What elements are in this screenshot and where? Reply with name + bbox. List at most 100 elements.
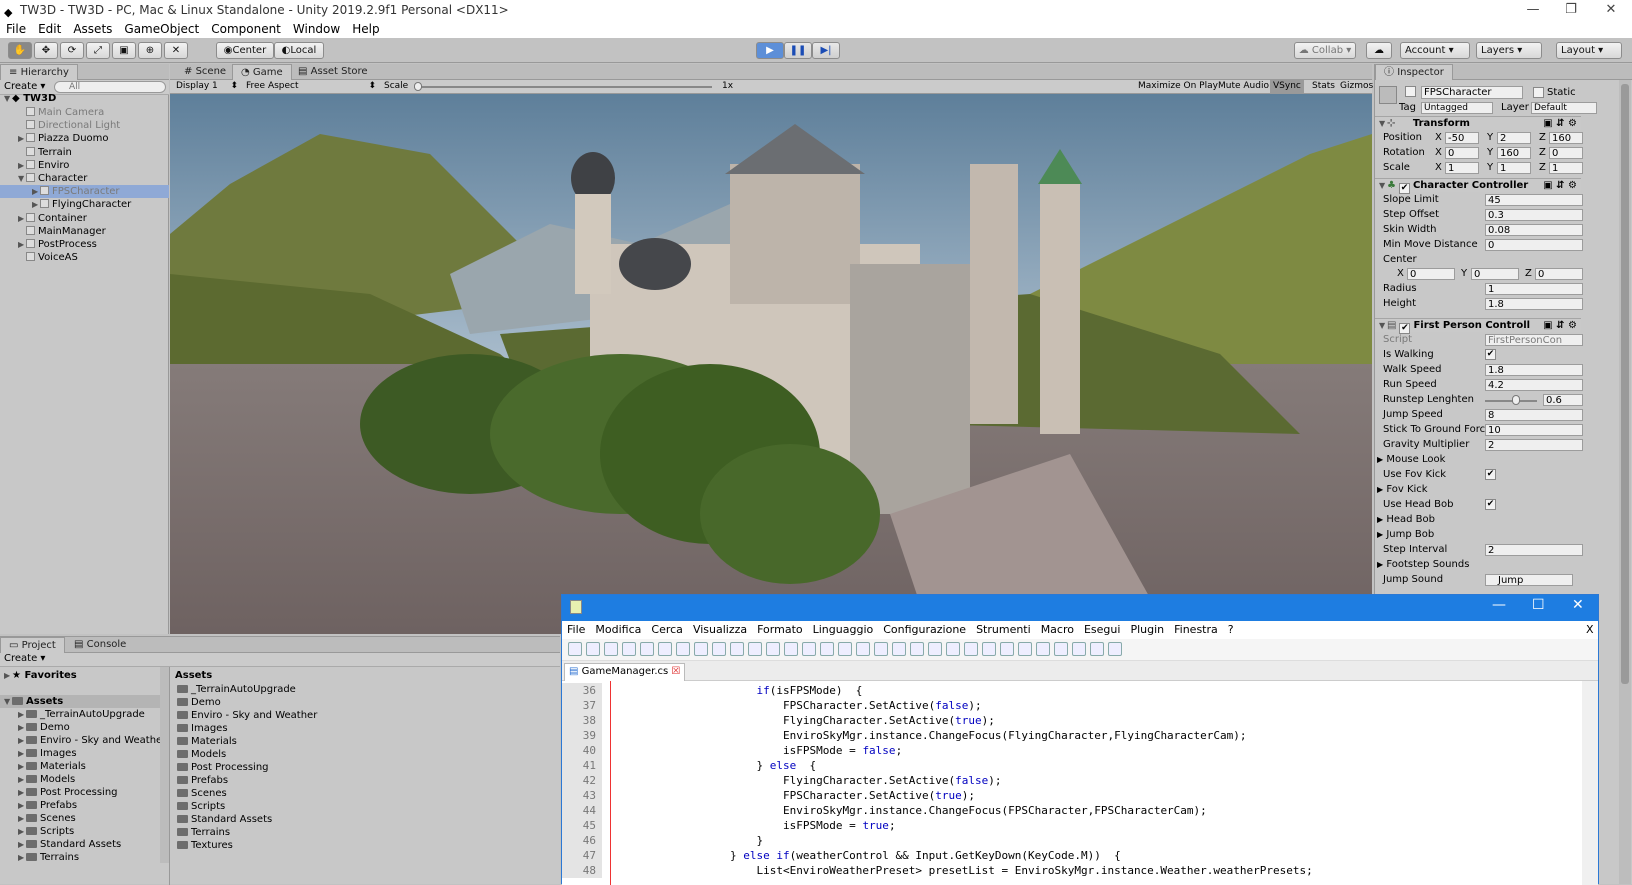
project-tree-item[interactable]: ▶ Images xyxy=(0,747,77,760)
hierarchy-item[interactable]: ▶ Enviro xyxy=(0,159,169,172)
skin-width-input[interactable]: 0.08 xyxy=(1485,224,1583,236)
rotation-x-input[interactable]: 0 xyxy=(1445,147,1479,159)
asset-folder-item[interactable]: Scenes xyxy=(177,787,227,800)
object-name-input[interactable]: FPSCharacter xyxy=(1421,86,1523,99)
sync-h-icon[interactable] xyxy=(874,642,888,656)
game-viewport[interactable] xyxy=(170,94,1372,634)
npp-menu-item[interactable]: Esegui xyxy=(1079,623,1125,636)
head-bob-foldout[interactable]: ▶ Head Bob xyxy=(1377,513,1435,526)
hierarchy-item[interactable]: ▶ PostProcess xyxy=(0,238,169,251)
npp-menu-item[interactable]: Plugin xyxy=(1125,623,1169,636)
cut-icon[interactable] xyxy=(694,642,708,656)
project-create-button[interactable]: Create ▾ xyxy=(4,653,45,664)
rotation-z-input[interactable]: 0 xyxy=(1549,147,1583,159)
step-button[interactable]: ▶| xyxy=(812,42,840,59)
asset-folder-item[interactable]: Enviro - Sky and Weather xyxy=(177,709,317,722)
hierarchy-item[interactable]: ▶ Piazza Duomo xyxy=(0,132,169,145)
use-head-bob-checkbox[interactable]: ✔ xyxy=(1485,499,1496,510)
zoom-out-icon[interactable] xyxy=(838,642,852,656)
use-fov-kick-checkbox[interactable]: ✔ xyxy=(1485,469,1496,480)
tab-inspector[interactable]: ⓘ Inspector xyxy=(1375,64,1453,80)
position-z-input[interactable]: 160 xyxy=(1549,132,1583,144)
menu-gameobject[interactable]: GameObject xyxy=(118,22,205,36)
close-button[interactable]: ✕ xyxy=(1588,0,1632,20)
slope-limit-input[interactable]: 45 xyxy=(1485,194,1583,206)
scale-slider-thumb[interactable] xyxy=(414,82,422,91)
new-file-icon[interactable] xyxy=(568,642,582,656)
display-dropdown[interactable]: Display 1 ⬍ xyxy=(176,80,238,93)
asset-folder-item[interactable]: Terrains xyxy=(177,826,230,839)
zoom-in-icon[interactable] xyxy=(820,642,834,656)
vsync-toggle[interactable]: VSync xyxy=(1270,80,1304,93)
close-document-button[interactable]: X xyxy=(1586,621,1594,639)
tab-asset-store[interactable]: ▤ Asset Store xyxy=(290,64,376,80)
hierarchy-item[interactable]: VoiceAS xyxy=(0,251,169,264)
center-x-input[interactable]: 0 xyxy=(1407,268,1455,280)
asset-folder-item[interactable]: Textures xyxy=(177,839,233,852)
hierarchy-item[interactable]: Directional Light xyxy=(0,119,169,132)
active-checkbox[interactable] xyxy=(1405,86,1416,97)
step-offset-input[interactable]: 0.3 xyxy=(1485,209,1583,221)
tag-dropdown[interactable]: Untagged xyxy=(1421,102,1493,114)
code-scrollbar[interactable] xyxy=(1582,681,1598,885)
project-tree-item[interactable]: ▶ Scripts xyxy=(0,825,74,838)
component-menu-icon[interactable]: ▣ ⇵ ⚙ xyxy=(1543,179,1577,192)
asset-folder-item[interactable]: Demo xyxy=(177,696,221,709)
hierarchy-item[interactable]: ▼ Character xyxy=(0,172,169,185)
rotation-y-input[interactable]: 160 xyxy=(1497,147,1531,159)
record-macro-icon[interactable] xyxy=(1036,642,1050,656)
save-all-icon[interactable] xyxy=(622,642,636,656)
account-dropdown[interactable]: Account ▾ xyxy=(1400,42,1470,59)
menu-help[interactable]: Help xyxy=(346,22,385,36)
cloud-button[interactable]: ☁ xyxy=(1366,42,1392,59)
collab-dropdown[interactable]: ☁ Collab ▾ xyxy=(1294,42,1356,59)
is-walking-checkbox[interactable]: ✔ xyxy=(1485,349,1496,360)
menu-component[interactable]: Component xyxy=(205,22,287,36)
run-macro-multi-icon[interactable] xyxy=(1090,642,1104,656)
project-tree-item[interactable]: ▶ _TerrainAutoUpgrade xyxy=(0,708,145,721)
custom-tool-button[interactable]: ✕ xyxy=(164,42,188,59)
position-x-input[interactable]: -50 xyxy=(1445,132,1479,144)
jump-speed-input[interactable]: 8 xyxy=(1485,409,1583,421)
menu-edit[interactable]: Edit xyxy=(32,22,67,36)
play-macro-icon[interactable] xyxy=(1072,642,1086,656)
hierarchy-item[interactable]: Main Camera xyxy=(0,106,169,119)
asset-folder-item[interactable]: Models xyxy=(177,748,226,761)
footstep-sounds-foldout[interactable]: ▶ Footstep Sounds xyxy=(1377,558,1469,571)
asset-folder-item[interactable]: Images xyxy=(177,722,228,735)
hierarchy-item[interactable]: ▶ Container xyxy=(0,212,169,225)
hierarchy-item[interactable]: Terrain xyxy=(0,146,169,159)
npp-menu-item[interactable]: Cerca xyxy=(646,623,688,636)
play-button[interactable]: ▶ xyxy=(756,42,784,59)
position-y-input[interactable]: 2 xyxy=(1497,132,1531,144)
all-chars-icon[interactable] xyxy=(910,642,924,656)
stats-toggle[interactable]: Stats xyxy=(1312,80,1335,93)
copy-icon[interactable] xyxy=(712,642,726,656)
aspect-dropdown[interactable]: Free Aspect ⬍ xyxy=(246,80,376,93)
asset-folder-item[interactable]: Materials xyxy=(177,735,237,748)
gizmos-dropdown[interactable]: Gizmos xyxy=(1340,80,1373,93)
component-menu-icon[interactable]: ▣ ⇵ ⚙ xyxy=(1543,319,1577,332)
folder-workspace-icon[interactable] xyxy=(1000,642,1014,656)
hierarchy-item[interactable]: ▶ FlyingCharacter xyxy=(0,198,169,211)
project-tree-item[interactable]: ▶ Models xyxy=(0,773,75,786)
paste-icon[interactable] xyxy=(730,642,744,656)
project-tree-item[interactable]: ▶ Post Processing xyxy=(0,786,118,799)
scene-row[interactable]: ▼ ◆ TW3D xyxy=(4,92,56,105)
close-icon[interactable] xyxy=(640,642,654,656)
npp-menu-item[interactable]: Modifica xyxy=(590,623,646,636)
find-icon[interactable] xyxy=(784,642,798,656)
project-tree-item[interactable]: ▶ Demo xyxy=(0,721,70,734)
print-icon[interactable] xyxy=(676,642,690,656)
stick-to-ground-input[interactable]: 10 xyxy=(1485,424,1583,436)
pivot-local-button[interactable]: ◐Local xyxy=(274,42,324,59)
save-macro-icon[interactable] xyxy=(1108,642,1122,656)
asset-folder-item[interactable]: Standard Assets xyxy=(177,813,272,826)
npp-maximize-button[interactable]: ☐ xyxy=(1532,597,1545,613)
monitor-icon[interactable] xyxy=(1018,642,1032,656)
move-tool-button[interactable]: ✥ xyxy=(34,42,58,59)
sync-v-icon[interactable] xyxy=(856,642,870,656)
gravity-multiplier-input[interactable]: 2 xyxy=(1485,439,1583,451)
center-z-input[interactable]: 0 xyxy=(1535,268,1583,280)
radius-input[interactable]: 1 xyxy=(1485,283,1583,295)
